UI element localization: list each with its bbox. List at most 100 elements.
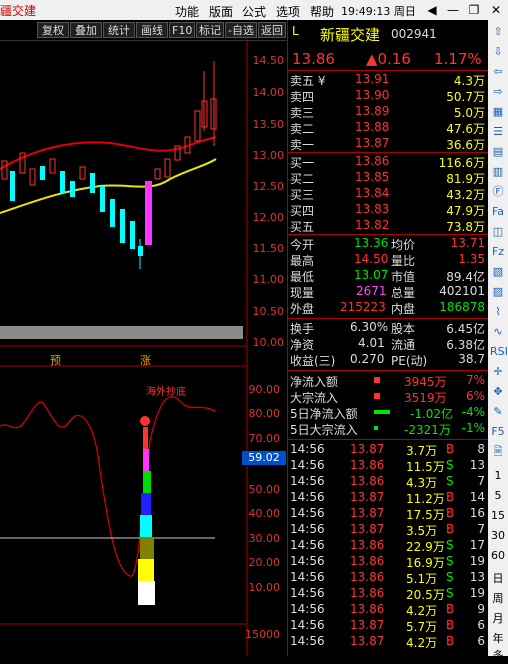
restore-rights-button[interactable]: 复权 [37, 22, 69, 38]
side-toolbar: ⇧ ⇩ ⇦ ⇨ ▦ ☰ ▤ ▥ Ⓕ Fa ◫ Fz ▧ ▨ ⌇ ∿ RSI ✛ … [488, 20, 508, 662]
period-tab-30[interactable]: 30 [490, 528, 506, 544]
stock-header: L 新疆交建 002941 [288, 24, 489, 44]
close-icon[interactable]: ✕ [488, 2, 504, 18]
quote-panel: L 新疆交建 002941 13.86 ▲0.16 1.17% 卖五 ¥13.9… [287, 20, 489, 656]
tick-side: B [446, 442, 455, 456]
f10-button[interactable]: F10 [169, 22, 195, 38]
move-icon[interactable]: ✥ [490, 384, 506, 400]
table-icon[interactable]: ▤ [490, 144, 506, 160]
title-bar: 疆交建 功能 版面 公式 选项 帮助 19:49:13 周日 ◀ — ❐ ✕ [0, 0, 508, 20]
indicator-tick: 90.00 [248, 383, 281, 396]
stock-name: 新疆交建 [320, 26, 381, 44]
f5-icon[interactable]: F5 [490, 424, 506, 440]
stat-icon[interactable]: ▧ [490, 264, 506, 280]
left-arrow-icon[interactable]: ⇦ [490, 64, 506, 80]
period-tab-day[interactable]: 日 [490, 571, 506, 587]
period-tab-multi[interactable]: 多 [490, 648, 506, 664]
period-tab-15[interactable]: 15 [490, 508, 506, 524]
tick-row: 14:56 13.86 5.1万 S 13 [288, 570, 489, 586]
tick-time: 14:56 [290, 634, 325, 648]
chart-icon[interactable]: ▥ [490, 164, 506, 180]
menu-function[interactable]: 功能 [175, 3, 199, 20]
tick-volume: 4.2万 [406, 636, 438, 650]
period-tab-5[interactable]: 5 [490, 488, 506, 504]
period-tab-60[interactable]: 60 [490, 548, 506, 564]
minimize-icon[interactable]: — [445, 2, 461, 18]
draw-line-button[interactable]: 画线 [136, 22, 168, 38]
tick-price: 13.86 [350, 570, 385, 584]
tick-time: 14:56 [290, 554, 325, 568]
mark-button[interactable]: 标记 [196, 22, 224, 38]
pencil-icon[interactable]: ✎ [490, 404, 506, 420]
ask-row-1[interactable]: 卖一 13.87 36.6万 [288, 136, 489, 152]
indicator-tick: 30.00 [248, 532, 281, 545]
menu-options[interactable]: 选项 [276, 3, 300, 20]
tick-time: 14:56 [290, 538, 325, 552]
f-icon[interactable]: Ⓕ [490, 184, 506, 200]
stat-row: 最低 13.07 市值 89.4亿 [290, 268, 485, 284]
ask-row-5[interactable]: 卖五 ¥13.91 4.3万 [288, 72, 489, 88]
back-arrow-icon[interactable]: ◀ [424, 2, 440, 18]
up-arrow-icon[interactable]: ⇧ [490, 24, 506, 40]
bid-row-5[interactable]: 买五 13.82 73.8万 [288, 218, 489, 234]
cross-icon[interactable]: ✛ [490, 364, 506, 380]
wave-icon[interactable]: ∿ [490, 324, 506, 340]
rsi-icon[interactable]: RSI [490, 344, 508, 360]
tick-count: 7 [477, 522, 485, 536]
right-arrow-icon[interactable]: ⇨ [490, 84, 506, 100]
fz-icon[interactable]: Fz [490, 244, 506, 260]
line-icon[interactable]: ⌇ [490, 304, 506, 320]
tick-count: 16 [469, 506, 485, 520]
fa-icon[interactable]: Fa [490, 204, 506, 220]
tick-row: 14:56 13.86 11.5万 S 13 [288, 458, 489, 474]
bid-row-3[interactable]: 买三 13.84 43.2万 [288, 186, 489, 202]
ask-row-2[interactable]: 卖二 13.88 47.6万 [288, 120, 489, 136]
list-icon[interactable]: ☰ [490, 124, 506, 140]
bars-icon[interactable]: ▨ [490, 284, 506, 300]
tick-side: B [446, 490, 455, 504]
tick-row: 14:56 13.86 4.3万 S 7 [288, 474, 489, 490]
price-tick: 13.00 [252, 149, 285, 162]
back-button[interactable]: 返回 [258, 22, 286, 38]
period-tab-year[interactable]: 年 [490, 631, 506, 647]
tick-row: 14:56 13.86 16.9万 S 19 [288, 554, 489, 570]
down-arrow-icon[interactable]: ⇩ [490, 44, 506, 60]
price-change: ▲0.16 [366, 50, 411, 68]
tick-price: 13.86 [350, 602, 385, 616]
bid-row-2[interactable]: 买二 13.85 81.9万 [288, 170, 489, 186]
tick-price: 13.86 [350, 538, 385, 552]
period-tab-week[interactable]: 周 [490, 591, 506, 607]
tick-volume: 11.5万 [406, 460, 445, 474]
tick-side: B [446, 602, 455, 616]
tick-volume: 5.1万 [406, 572, 438, 586]
tick-volume: 11.2万 [406, 492, 445, 506]
price-tick: 14.00 [252, 86, 285, 99]
ask-row-4[interactable]: 卖四 13.90 50.7万 [288, 88, 489, 104]
menu-formula[interactable]: 公式 [242, 3, 266, 20]
tick-count: 13 [469, 570, 485, 584]
grid-icon[interactable]: ▦ [490, 104, 506, 120]
market-prefix: L [292, 24, 299, 38]
overlay-button[interactable]: 叠加 [70, 22, 102, 38]
layout-icon[interactable]: ◫ [490, 224, 506, 240]
watchlist-button[interactable]: -自选 [225, 22, 257, 38]
tick-volume: 16.9万 [406, 556, 445, 570]
ask-row-3[interactable]: 卖三 13.89 5.0万 [288, 104, 489, 120]
candles [1, 61, 217, 269]
period-tab-month[interactable]: 月 [490, 611, 506, 627]
bid-row-1[interactable]: 买一 13.86 116.6万 [288, 154, 489, 170]
tick-time: 14:56 [290, 474, 325, 488]
period-tab-1[interactable]: 1 [490, 468, 506, 484]
clock-display: 19:49:13 周日 [341, 5, 416, 18]
tick-volume: 4.2万 [406, 604, 438, 618]
last-price: 13.86 [292, 50, 335, 68]
tick-price: 13.87 [350, 618, 385, 632]
bid-row-4[interactable]: 买四 13.83 47.9万 [288, 202, 489, 218]
menu-help[interactable]: 帮助 [310, 3, 334, 20]
price-change-pct: 1.17% [434, 50, 482, 68]
tick-time: 14:56 [290, 442, 325, 456]
doc-icon[interactable]: 🗎 [490, 444, 506, 460]
statistics-button[interactable]: 统计 [103, 22, 135, 38]
menu-layout[interactable]: 版面 [209, 3, 233, 20]
restore-icon[interactable]: ❐ [466, 2, 482, 18]
